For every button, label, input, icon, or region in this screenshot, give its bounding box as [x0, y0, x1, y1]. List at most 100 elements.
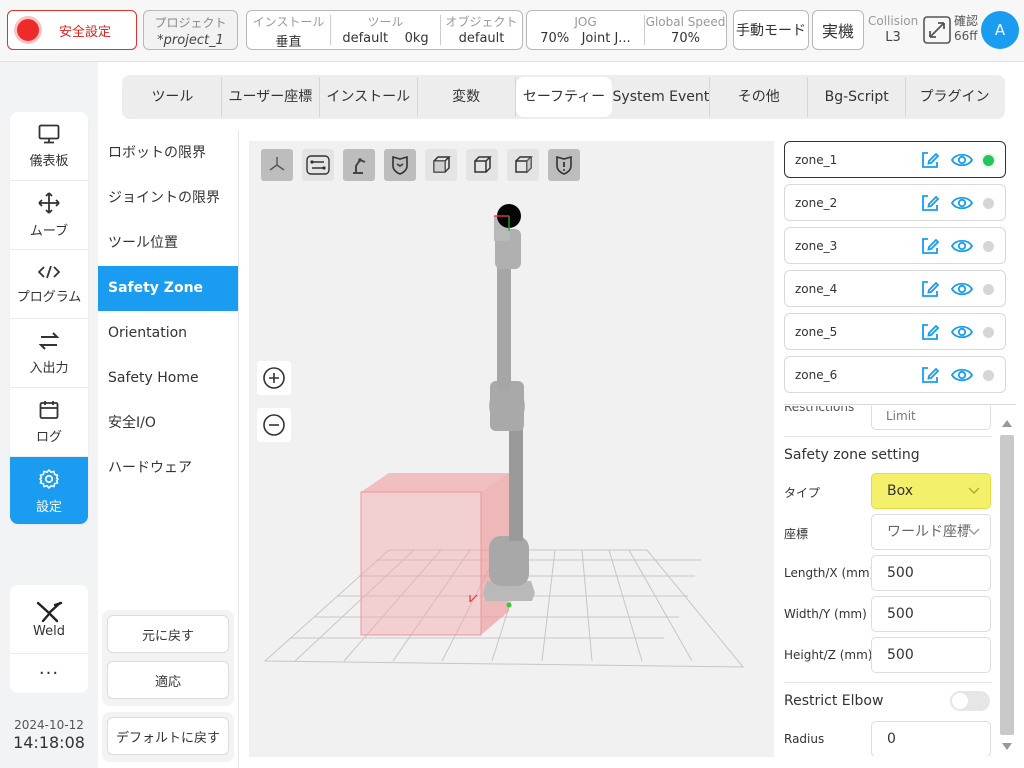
eye-icon[interactable]	[950, 150, 974, 173]
emergency-indicator-icon	[17, 19, 39, 41]
apply-button[interactable]: 適応	[107, 661, 229, 699]
zone-item[interactable]: zone_6	[784, 356, 1006, 393]
object-value: default	[458, 31, 505, 46]
tool-value: default 0kg	[331, 31, 440, 46]
tab-install[interactable]: インストール	[320, 77, 418, 117]
coordinate-select[interactable]: ワールド座標	[871, 514, 991, 550]
length-label: Length/X (mm)	[784, 566, 875, 580]
height-row: Height/Z (mm) 500	[784, 635, 992, 676]
settings-scrollbar[interactable]	[998, 415, 1016, 757]
nav-program[interactable]: プログラム	[10, 250, 88, 319]
tab-user-frame[interactable]: ユーザー座標	[222, 77, 320, 117]
width-row: Width/Y (mm) 500	[784, 594, 992, 635]
tool-title: ツール	[367, 15, 404, 29]
real-robot-button[interactable]: 実機	[812, 10, 864, 50]
type-select[interactable]: Box	[871, 473, 991, 509]
eye-icon[interactable]	[950, 236, 974, 259]
submenu-robot-limits[interactable]: ロボットの限界	[98, 131, 238, 176]
submenu-tool-position[interactable]: ツール位置	[98, 221, 238, 266]
submenu-divider	[238, 131, 239, 768]
submenu-hardware[interactable]: ハードウェア	[98, 446, 238, 491]
tab-tool[interactable]: ツール	[124, 77, 222, 117]
zone-status-indicator	[983, 284, 994, 295]
edit-icon[interactable]	[920, 365, 940, 388]
safety-settings-label: 安全設定	[59, 24, 112, 40]
restrictions-field[interactable]: Limit	[871, 406, 991, 430]
nav-more-button[interactable]: ···	[10, 654, 88, 693]
edit-icon[interactable]	[920, 279, 940, 302]
toggle-knob	[952, 693, 968, 709]
restrict-elbow-toggle[interactable]	[950, 691, 990, 711]
safety-settings-button[interactable]: 安全設定	[7, 10, 137, 50]
submenu-joint-limits[interactable]: ジョイントの限界	[98, 176, 238, 221]
gear-icon	[39, 468, 59, 489]
coordinate-value: ワールド座標	[887, 524, 971, 540]
install-cell[interactable]: インストール 垂直	[247, 15, 331, 50]
expand-icon[interactable]	[923, 16, 951, 44]
project-selector[interactable]: プロジェクト *project_1	[143, 10, 238, 50]
nav-move[interactable]: ムーブ	[10, 181, 88, 250]
install-tool-object-group[interactable]: インストール 垂直 ツール default 0kg オブジェクト default	[246, 10, 523, 50]
submenu-safety-home[interactable]: Safety Home	[98, 356, 238, 401]
zone-item[interactable]: zone_4	[784, 270, 1006, 307]
collision-level[interactable]: Collision L3	[868, 14, 918, 45]
width-input[interactable]: 500	[871, 596, 991, 632]
tab-safety[interactable]: セーフティー	[515, 77, 613, 117]
jog-speed-group[interactable]: JOG 70% Joint J... Global Speed 70%	[526, 10, 727, 50]
type-value: Box	[887, 483, 914, 499]
submenu-safety-io[interactable]: 安全I/O	[98, 401, 238, 446]
reset-default-button[interactable]: デフォルトに戻す	[107, 717, 229, 755]
eye-icon[interactable]	[950, 193, 974, 216]
nav-io[interactable]: 入出力	[10, 319, 88, 388]
nav-settings[interactable]: 設定	[10, 457, 88, 524]
zone-name: zone_6	[795, 367, 838, 382]
system-clock: 2024-10-12 14:18:08	[10, 718, 88, 752]
object-cell[interactable]: オブジェクト default	[441, 15, 522, 46]
nav-log[interactable]: ログ	[10, 388, 88, 457]
zone-item[interactable]: zone_1	[784, 141, 1006, 178]
submenu-orientation[interactable]: Orientation	[98, 311, 238, 356]
eye-icon[interactable]	[950, 279, 974, 302]
eye-icon[interactable]	[950, 322, 974, 345]
user-avatar[interactable]: A	[981, 11, 1019, 49]
manual-mode-button[interactable]: 手動モード	[733, 10, 809, 50]
radius-input[interactable]: 0	[871, 721, 991, 756]
zone-item[interactable]: zone_2	[784, 184, 1006, 221]
width-label: Width/Y (mm)	[784, 607, 867, 621]
speed-title: Global Speed	[645, 15, 726, 29]
left-navigation: 儀表板 ムーブ プログラム 入出力 ログ 設定	[10, 112, 88, 524]
nav-weld-label: Weld	[33, 623, 65, 639]
tool-cell[interactable]: ツール default 0kg	[331, 15, 441, 46]
restrict-elbow-label: Restrict Elbow	[784, 693, 884, 709]
edit-icon[interactable]	[920, 236, 940, 259]
tab-system-event[interactable]: System Event	[612, 77, 711, 117]
nav-dashboard[interactable]: 儀表板	[10, 112, 88, 181]
zone-item[interactable]: zone_5	[784, 313, 1006, 350]
zone-item[interactable]: zone_3	[784, 227, 1006, 264]
jog-cell[interactable]: JOG 70% Joint J...	[527, 15, 645, 46]
tab-other[interactable]: その他	[710, 77, 809, 117]
height-label: Height/Z (mm)	[784, 648, 873, 662]
3d-viewport[interactable]	[249, 141, 774, 757]
global-speed-cell[interactable]: Global Speed 70%	[645, 15, 726, 46]
edit-icon[interactable]	[920, 193, 940, 216]
eye-icon[interactable]	[950, 365, 974, 388]
tab-variables[interactable]: 変数	[418, 77, 516, 117]
scroll-thumb[interactable]	[1000, 435, 1014, 735]
submenu-safety-zone[interactable]: Safety Zone	[98, 266, 238, 311]
radius-label: Radius	[784, 732, 825, 746]
undo-button[interactable]: 元に戻す	[107, 615, 229, 653]
scroll-up-icon[interactable]	[1001, 418, 1013, 428]
edit-icon[interactable]	[920, 322, 940, 345]
height-input[interactable]: 500	[871, 637, 991, 673]
confirm-indicator: 確認 66ff	[954, 14, 984, 44]
restrict-elbow-row: Restrict Elbow	[784, 683, 992, 719]
main-panel: ツール ユーザー座標 インストール 変数 セーフティー System Event…	[98, 62, 1024, 768]
zone-status-indicator	[983, 198, 994, 209]
edit-icon[interactable]	[920, 150, 940, 173]
length-input[interactable]: 500	[871, 555, 991, 591]
tab-plugin[interactable]: プラグイン	[906, 77, 1003, 117]
tab-bg-script[interactable]: Bg-Script	[808, 77, 907, 117]
scroll-down-icon[interactable]	[1001, 742, 1013, 752]
nav-weld[interactable]: Weld	[10, 585, 88, 654]
